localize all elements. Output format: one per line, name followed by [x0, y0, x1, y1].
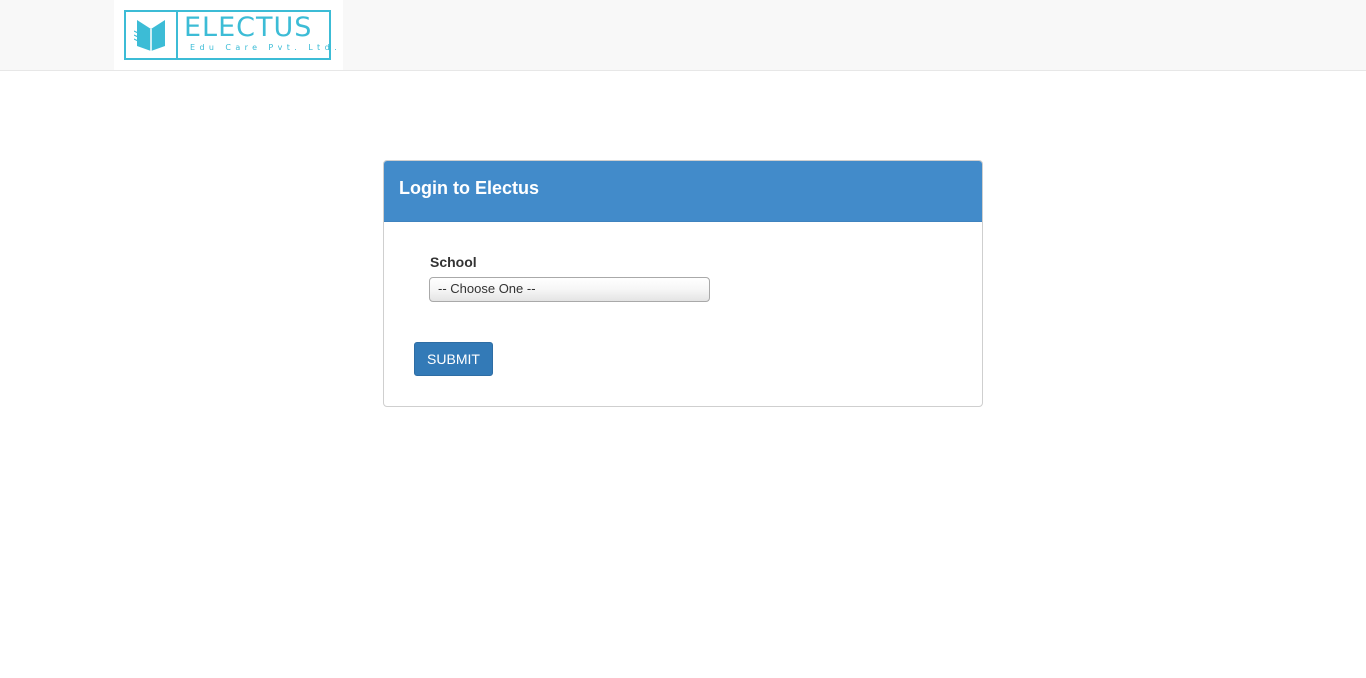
panel-heading: Login to Electus: [384, 161, 982, 222]
school-select[interactable]: -- Choose One --: [429, 277, 710, 302]
school-label: School: [430, 254, 477, 270]
electus-logo[interactable]: ELECTUS Edu Care Pvt. Ltd.: [114, 0, 343, 70]
logo-subtitle: Edu Care Pvt. Ltd.: [190, 43, 342, 52]
login-panel: Login to Electus School -- Choose One --…: [383, 160, 983, 407]
top-navbar: ELECTUS Edu Care Pvt. Ltd.: [0, 0, 1366, 71]
submit-button[interactable]: SUBMIT: [414, 342, 493, 376]
book-emblem-icon: [126, 12, 178, 58]
logo-wordmark: ELECTUS: [184, 12, 313, 43]
panel-title: Login to Electus: [399, 178, 540, 198]
logo-frame: ELECTUS Edu Care Pvt. Ltd.: [124, 10, 337, 60]
